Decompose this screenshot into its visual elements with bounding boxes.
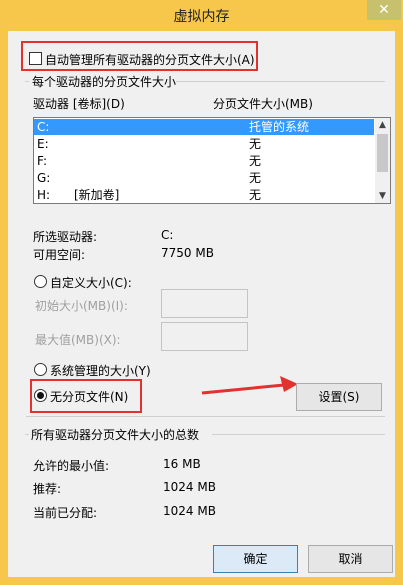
- scroll-up-icon[interactable]: ▲: [375, 118, 390, 132]
- list-scrollbar[interactable]: ▲ ▼: [375, 118, 390, 203]
- title-bar: 虚拟内存 ✕: [0, 0, 403, 30]
- custom-size-label: 自定义大小(C):: [50, 276, 132, 290]
- recommended-label: 推荐:: [33, 482, 62, 496]
- drive-list[interactable]: C: 托管的系统 E: 无 F: 无 G: 无 H: [新加卷] 无 ▲ ▼: [33, 117, 391, 204]
- list-item[interactable]: C: 托管的系统: [34, 119, 374, 135]
- cancel-button[interactable]: 取消: [308, 545, 393, 573]
- free-space-value: 7750 MB: [161, 246, 214, 260]
- free-space-label: 可用空间:: [33, 248, 86, 262]
- scroll-down-icon[interactable]: ▼: [375, 189, 390, 203]
- selected-drive-label: 所选驱动器:: [33, 230, 98, 244]
- drives-group-title: 每个驱动器的分页文件大小: [32, 75, 177, 89]
- max-size-input[interactable]: [161, 322, 248, 351]
- group-border: [176, 81, 385, 82]
- column-header-drive: 驱动器 [卷标](D): [33, 97, 125, 111]
- window-title: 虚拟内存: [173, 9, 230, 25]
- current-allocated-value: 1024 MB: [163, 504, 216, 518]
- list-item[interactable]: G: 无: [34, 170, 374, 186]
- min-allowed-label: 允许的最小值:: [33, 459, 110, 473]
- totals-group-title: 所有驱动器分页文件大小的总数: [31, 428, 200, 442]
- initial-size-label: 初始大小(MB)(I):: [35, 299, 128, 313]
- set-button[interactable]: 设置(S): [296, 383, 382, 411]
- annotation-arrow-icon: [201, 376, 298, 395]
- dialog-body: 自动管理所有驱动器的分页文件大小(A) 每个驱动器的分页文件大小 驱动器 [卷标…: [8, 31, 395, 577]
- scroll-thumb[interactable]: [377, 134, 388, 172]
- close-button[interactable]: ✕: [367, 0, 401, 20]
- list-item[interactable]: E: 无: [34, 136, 374, 152]
- current-allocated-label: 当前已分配:: [33, 506, 98, 520]
- system-managed-label: 系统管理的大小(Y): [50, 364, 151, 378]
- list-item[interactable]: H: [新加卷] 无: [34, 187, 374, 203]
- custom-size-radio[interactable]: [34, 275, 47, 288]
- selected-drive-value: C:: [161, 228, 174, 242]
- recommended-value: 1024 MB: [163, 480, 216, 494]
- column-header-size: 分页文件大小(MB): [213, 97, 313, 111]
- list-item[interactable]: F: 无: [34, 153, 374, 169]
- max-size-label: 最大值(MB)(X):: [35, 333, 121, 347]
- system-managed-radio[interactable]: [34, 363, 47, 376]
- group-border: [25, 434, 29, 435]
- annotation-highlight-no-paging: [30, 379, 142, 413]
- ok-button[interactable]: 确定: [213, 545, 298, 573]
- close-icon: ✕: [378, 2, 390, 18]
- group-border: [212, 434, 385, 435]
- group-border: [25, 81, 29, 82]
- annotation-highlight-auto-manage: [21, 41, 258, 71]
- min-allowed-value: 16 MB: [163, 457, 201, 471]
- initial-size-input[interactable]: [161, 289, 248, 318]
- group-border: [26, 416, 385, 417]
